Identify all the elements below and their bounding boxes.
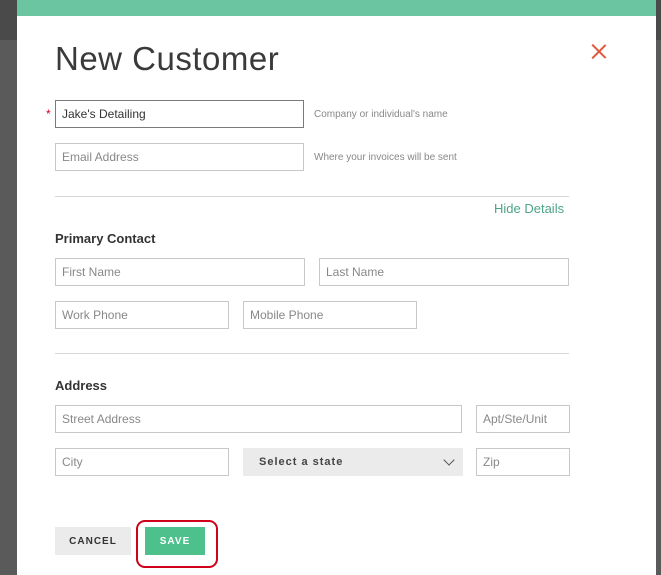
work-phone-input[interactable]: Work Phone [55,301,229,329]
customer-name-hint: Company or individual's name [314,109,448,120]
email-hint: Where your invoices will be sent [314,152,457,163]
close-icon[interactable] [589,42,609,62]
primary-contact-heading: Primary Contact [55,231,156,246]
mobile-phone-input[interactable]: Mobile Phone [243,301,417,329]
first-name-input[interactable]: First Name [55,258,305,286]
save-highlight-annotation [136,520,218,568]
cancel-button[interactable]: CANCEL [55,527,131,555]
last-name-input[interactable]: Last Name [319,258,569,286]
customer-name-input[interactable]: Jake's Detailing [55,100,304,128]
chevron-down-icon [443,454,455,466]
divider [55,196,569,197]
zip-input[interactable]: Zip [476,448,570,476]
city-input[interactable]: City [55,448,229,476]
dialog-title: New Customer [55,40,280,77]
state-select[interactable]: Select a state [243,448,463,476]
new-customer-dialog: New Customer * Jake's Detailing Company … [17,0,656,575]
address-heading: Address [55,378,108,393]
state-select-label: Select a state [259,456,344,468]
divider [55,353,569,354]
street-address-input[interactable]: Street Address [55,405,462,433]
hide-details-link[interactable]: Hide Details [494,201,564,216]
required-indicator: * [46,107,51,121]
unit-input[interactable]: Apt/Ste/Unit [476,405,570,433]
email-input[interactable]: Email Address [55,143,304,171]
